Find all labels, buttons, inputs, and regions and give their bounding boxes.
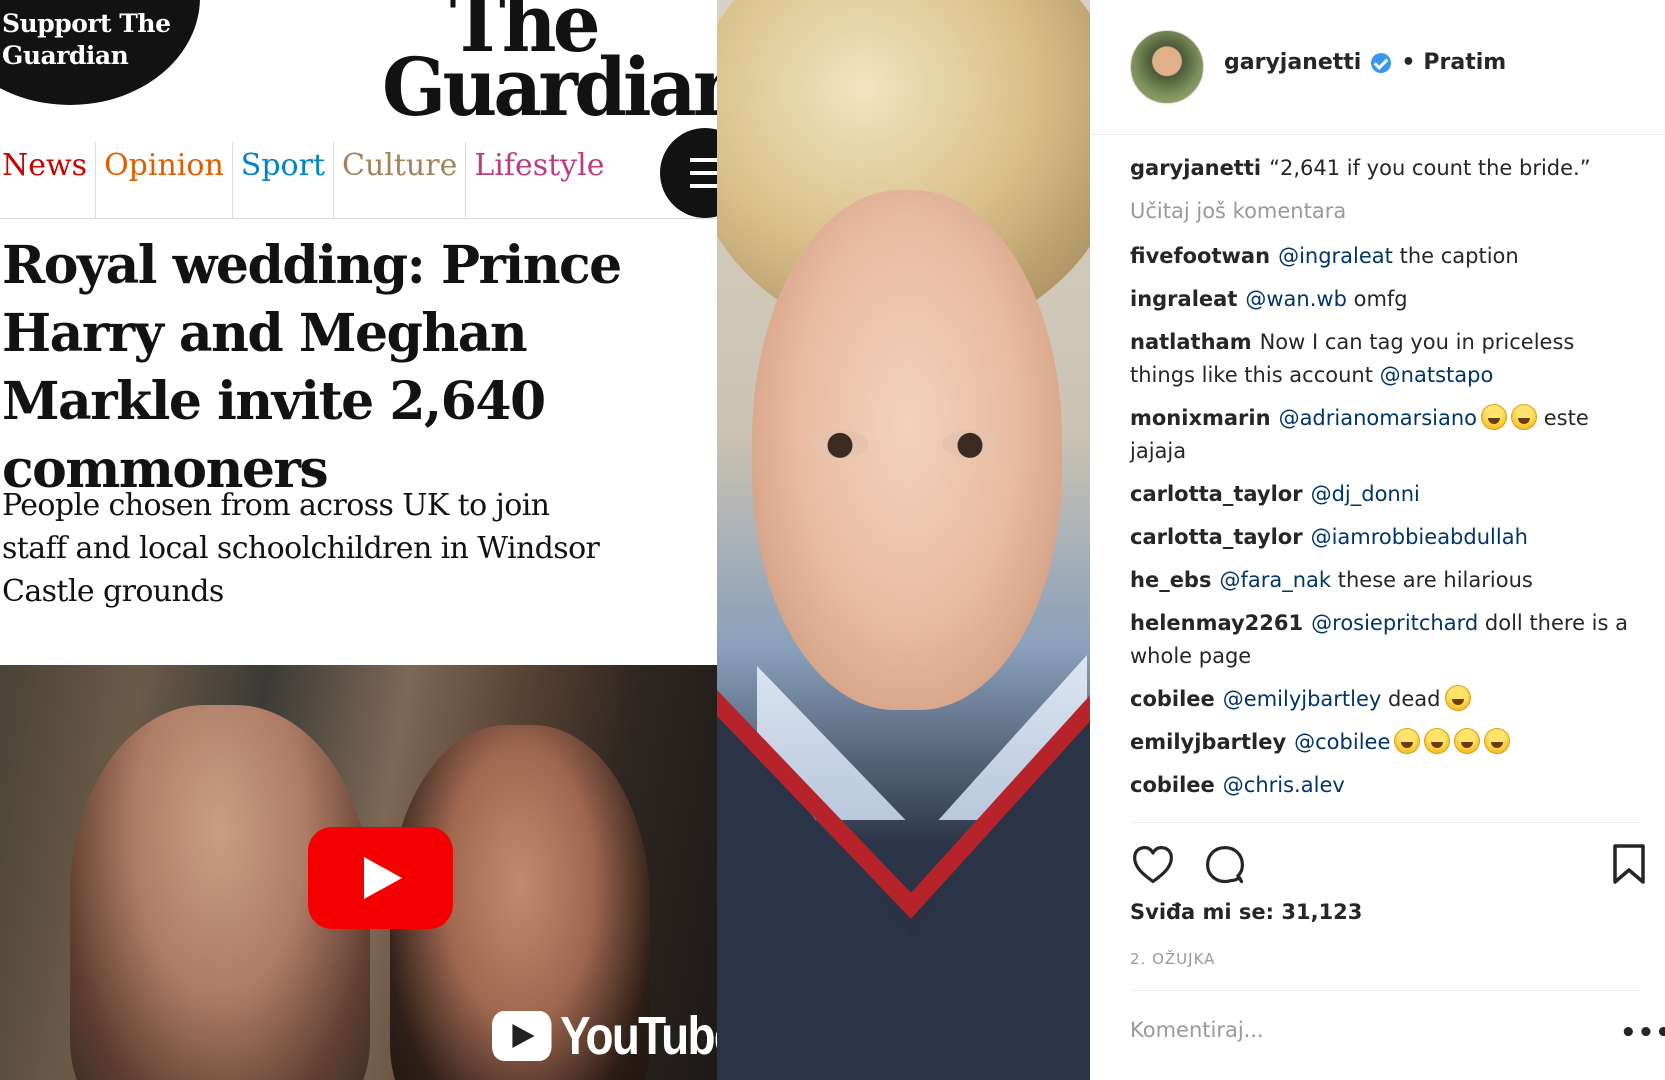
comment-bubble-icon[interactable] [1202,843,1248,887]
comment-row: emilyjbartley @cobilee [1130,726,1640,759]
comment-text: these are hilarious [1337,568,1533,592]
comment-row: carlotta_taylor @iamrobbieabdullah [1130,521,1640,554]
comment-mention[interactable]: @emilyjbartley [1223,687,1382,711]
nav-opinion[interactable]: Opinion [102,142,233,218]
photo-eye-right [942,430,998,458]
nav-lifestyle[interactable]: Lifestyle [472,142,612,218]
laughing-emoji-icon [1444,685,1471,711]
comment-text: the caption [1399,244,1519,268]
comment-mention[interactable]: @rosiepritchard [1311,611,1478,635]
more-options-icon[interactable]: ••• [1620,1018,1665,1048]
comment-mention[interactable]: @cobilee [1294,730,1390,754]
article-headline: Royal wedding: Prince Harry and Meghan M… [2,235,622,500]
comment-mention[interactable]: @wan.wb [1245,287,1347,311]
nav-sport[interactable]: Sport [239,142,334,218]
comment-username[interactable]: cobilee [1130,773,1215,797]
laughing-emoji-icon [1481,404,1508,430]
comment-row: monixmarin @adrianomarsiano este jajaja [1130,402,1640,468]
comment-row: cobilee @chris.alev [1130,769,1640,802]
post-header: garyjanetti • Pratim [1090,0,1665,135]
comment-row: ingraleat @wan.wb omfg [1130,283,1640,316]
author-username[interactable]: garyjanetti [1224,50,1361,75]
comment-text: dead [1388,687,1441,711]
comment-username[interactable]: carlotta_taylor [1130,482,1303,506]
nav-culture[interactable]: Culture [340,142,467,218]
header-separator: • [1401,50,1416,75]
laughing-emoji-icon [1454,728,1481,754]
likes-count[interactable]: Sviđa mi se: 31,123 [1130,900,1362,924]
menu-button[interactable] [660,128,717,218]
caption: garyjanetti “2,641 if you count the bride… [1130,152,1640,185]
comment-row: fivefootwan @ingraleat the caption [1130,240,1640,273]
play-icon[interactable] [308,827,453,929]
comment-username[interactable]: carlotta_taylor [1130,525,1303,549]
laughing-emoji-icon [1394,728,1421,754]
post-author: garyjanetti • Pratim [1224,50,1506,75]
laughing-emoji-icon [1484,728,1511,754]
post-photo-boy [717,0,1090,1080]
comment-row: natlatham Now I can tag you in priceless … [1130,326,1640,392]
guardian-logo[interactable]: The Guardian [382,0,717,134]
article-standfirst: People chosen from across UK to join sta… [2,488,600,609]
comment-input[interactable] [1130,1018,1570,1042]
hamburger-icon-bar [690,171,717,175]
comment-mention[interactable]: @iamrobbieabdullah [1311,525,1528,549]
comment-row: he_ebs @fara_nak these are hilarious [1130,564,1640,597]
hamburger-icon-bar [690,184,717,188]
actions-divider [1130,822,1640,823]
guardian-article-screenshot: Support The Guardian The Guardian News O… [0,0,717,1080]
comments-list: garyjanetti “2,641 if you count the bride… [1130,152,1640,812]
heart-icon[interactable] [1130,843,1176,887]
comment-mention[interactable]: @chris.alev [1223,773,1345,797]
comment-username[interactable]: helenmay2261 [1130,611,1303,635]
video-thumbnail[interactable]: YouTube [0,665,717,1080]
comment-username[interactable]: cobilee [1130,687,1215,711]
youtube-icon [492,1011,552,1061]
youtube-wordmark: YouTube [560,1006,717,1066]
comment-username[interactable]: he_ebs [1130,568,1211,592]
comment-mention[interactable]: @natstapo [1380,363,1494,387]
comment-mention[interactable]: @dj_donni [1311,482,1420,506]
comment-username[interactable]: natlatham [1130,330,1252,354]
logo-line-2: Guardian [382,40,717,134]
comment-row: carlotta_taylor @dj_donni [1130,478,1640,511]
comment-mention[interactable]: @fara_nak [1219,568,1331,592]
comment-mention[interactable]: @ingraleat [1278,244,1393,268]
comment-username[interactable]: ingraleat [1130,287,1237,311]
bookmark-icon[interactable] [1612,843,1646,885]
hamburger-icon-bar [690,158,717,162]
caption-username[interactable]: garyjanetti [1130,156,1261,180]
photo-face [752,190,1062,710]
verified-badge-icon [1371,52,1392,73]
laughing-emoji-icon [1424,728,1451,754]
comment-row: helenmay2261 @rosiepritchard doll there i… [1130,607,1640,673]
youtube-logo: YouTube [492,1005,717,1067]
load-more-comments-link[interactable]: Učitaj još komentara [1130,195,1640,228]
guardian-nav: News Opinion Sport Culture Lifestyle [0,142,618,218]
comment-row: cobilee @emilyjbartley dead [1130,683,1640,716]
comment-text: omfg [1353,287,1408,311]
nav-divider [0,218,717,219]
comment-divider [1130,990,1640,991]
follow-button[interactable]: Pratim [1423,50,1506,75]
comment-mention[interactable]: @adrianomarsiano [1279,406,1477,430]
support-link[interactable]: Support The Guardian [2,8,172,72]
comment-username[interactable]: fivefootwan [1130,244,1270,268]
comment-username[interactable]: emilyjbartley [1130,730,1286,754]
photo-eye-left [812,430,868,458]
avatar[interactable] [1130,30,1204,104]
nav-news[interactable]: News [0,142,97,218]
laughing-emoji-icon [1511,404,1538,430]
post-date: 2. OŽUJKA [1130,950,1216,968]
instagram-post-panel: garyjanetti • Pratim garyjanetti “2,641 i… [1090,0,1665,1080]
caption-text: “2,641 if you count the bride.” [1269,156,1591,180]
comment-username[interactable]: monixmarin [1130,406,1271,430]
